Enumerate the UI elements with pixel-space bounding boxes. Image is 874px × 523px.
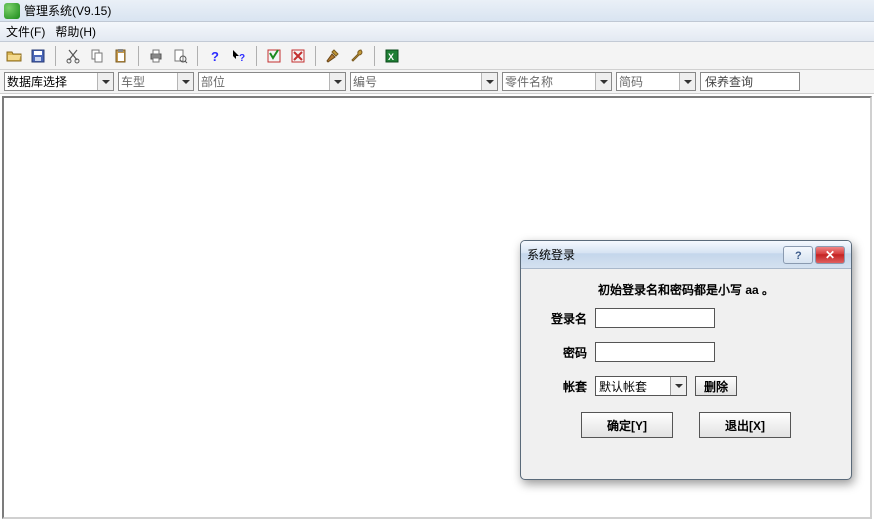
preview-icon[interactable]	[170, 46, 190, 66]
dropdown-arrow-icon	[679, 73, 695, 90]
dialog-body: 初始登录名和密码都是小写 aa 。 登录名 密码 帐套 默认帐套 删除 确定[Y…	[521, 269, 851, 448]
section-placeholder: 部位	[199, 73, 329, 90]
car-type-placeholder: 车型	[119, 73, 177, 90]
svg-text:?: ?	[211, 49, 219, 64]
dialog-actions: 确定[Y] 退出[X]	[539, 412, 833, 438]
box-cross-red-icon[interactable]	[288, 46, 308, 66]
database-select-label: 数据库选择	[5, 73, 97, 90]
app-icon	[4, 3, 20, 19]
copy-icon[interactable]	[87, 46, 107, 66]
account-row: 帐套 默认帐套 删除	[539, 376, 833, 396]
filter-bar: 数据库选择 车型 部位 编号 零件名称 简码 保养查询	[0, 70, 874, 94]
close-icon: ✕	[825, 249, 835, 261]
dialog-title: 系统登录	[527, 246, 777, 263]
hammer-icon[interactable]	[323, 46, 343, 66]
password-label: 密码	[539, 344, 587, 361]
serial-placeholder: 编号	[351, 73, 481, 90]
svg-text:X: X	[388, 52, 394, 62]
paste-icon[interactable]	[111, 46, 131, 66]
excel-icon[interactable]: X	[382, 46, 402, 66]
part-name-select[interactable]: 零件名称	[502, 72, 612, 91]
username-input[interactable]	[595, 308, 715, 328]
svg-text:?: ?	[239, 53, 245, 64]
menu-help[interactable]: 帮助(H)	[55, 23, 96, 40]
account-label: 帐套	[539, 378, 587, 395]
maintenance-query-label[interactable]: 保养查询	[700, 72, 800, 91]
menu-bar: 文件(F) 帮助(H)	[0, 22, 874, 42]
section-select[interactable]: 部位	[198, 72, 346, 91]
save-icon[interactable]	[28, 46, 48, 66]
dropdown-arrow-icon	[595, 73, 611, 90]
database-select[interactable]: 数据库选择	[4, 72, 114, 91]
dialog-title-bar: 系统登录 ? ✕	[521, 241, 851, 269]
title-bar: 管理系统(V9.15)	[0, 0, 874, 22]
help-icon[interactable]: ?	[205, 46, 225, 66]
password-input[interactable]	[595, 342, 715, 362]
ok-button[interactable]: 确定[Y]	[581, 412, 673, 438]
menu-file[interactable]: 文件(F)	[6, 23, 45, 40]
cut-icon[interactable]	[63, 46, 83, 66]
wrench-icon[interactable]	[347, 46, 367, 66]
login-dialog: 系统登录 ? ✕ 初始登录名和密码都是小写 aa 。 登录名 密码 帐套 默认帐…	[520, 240, 852, 480]
dialog-close-button[interactable]: ✕	[815, 246, 845, 264]
context-help-icon[interactable]: ?	[229, 46, 249, 66]
box-check-red-icon[interactable]	[264, 46, 284, 66]
toolbar: ? ? X	[0, 42, 874, 70]
exit-button[interactable]: 退出[X]	[699, 412, 791, 438]
username-label: 登录名	[539, 310, 587, 327]
dropdown-arrow-icon	[670, 377, 686, 395]
dropdown-arrow-icon	[177, 73, 193, 90]
dialog-help-button[interactable]: ?	[783, 246, 813, 264]
shortcode-placeholder: 简码	[617, 73, 679, 90]
dropdown-arrow-icon	[97, 73, 113, 90]
account-select-value: 默认帐套	[596, 378, 670, 395]
login-hint: 初始登录名和密码都是小写 aa 。	[539, 281, 833, 298]
password-row: 密码	[539, 342, 833, 362]
shortcode-select[interactable]: 简码	[616, 72, 696, 91]
print-icon[interactable]	[146, 46, 166, 66]
dropdown-arrow-icon	[329, 73, 345, 90]
part-name-placeholder: 零件名称	[503, 73, 595, 90]
account-select[interactable]: 默认帐套	[595, 376, 687, 396]
username-row: 登录名	[539, 308, 833, 328]
open-icon[interactable]	[4, 46, 24, 66]
serial-select[interactable]: 编号	[350, 72, 498, 91]
window-title: 管理系统(V9.15)	[24, 2, 111, 19]
dropdown-arrow-icon	[481, 73, 497, 90]
delete-account-button[interactable]: 删除	[695, 376, 737, 396]
svg-text:?: ?	[795, 250, 802, 261]
car-type-select[interactable]: 车型	[118, 72, 194, 91]
